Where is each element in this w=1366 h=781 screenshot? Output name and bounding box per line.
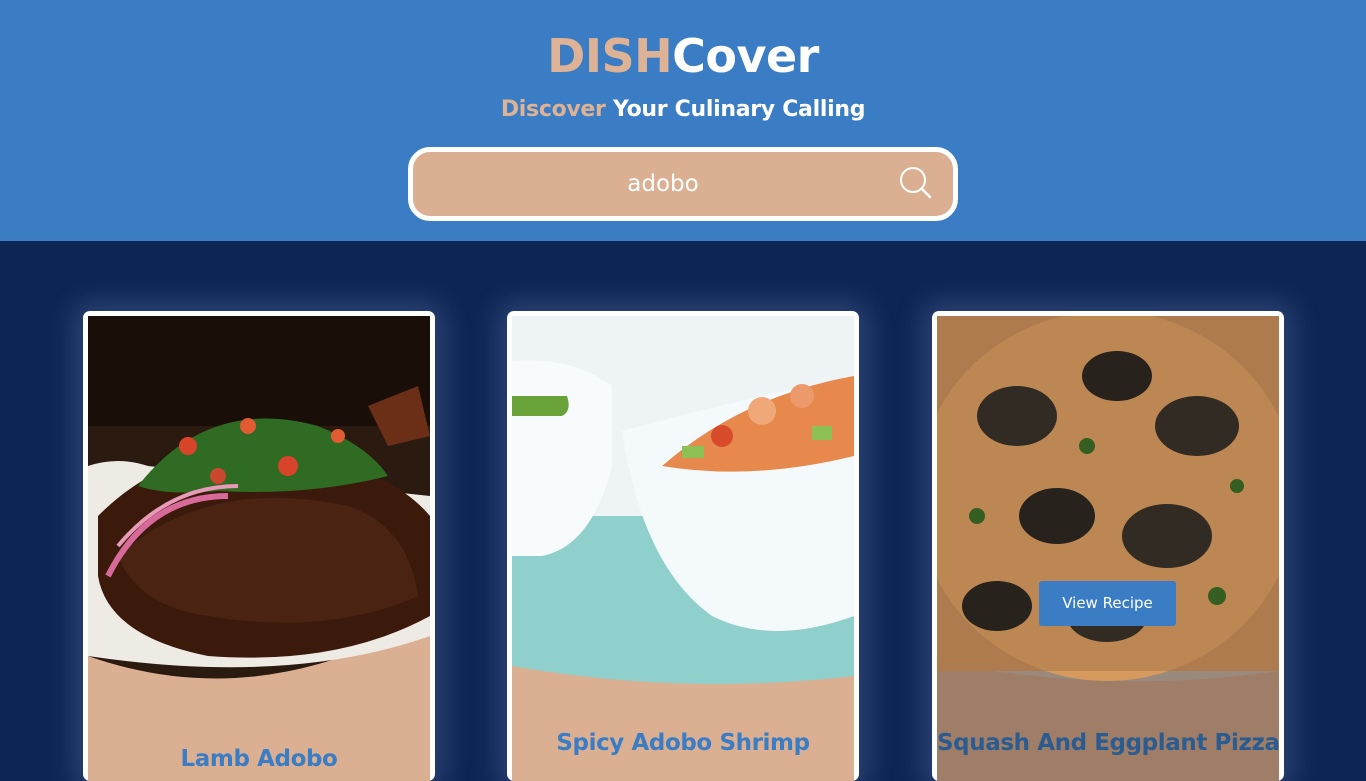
recipe-card[interactable]: View Recipe Squash And Eggplant Pizza [932,311,1284,781]
tagline-highlight: Discover [500,97,606,122]
recipe-image [937,316,1279,691]
recipe-card-body: Spicy Adobo Shrimp [512,316,854,781]
tagline-rest: Your Culinary Calling [605,97,866,122]
recipe-title[interactable]: Lamb Adobo [88,746,430,772]
recipe-title[interactable]: Squash And Eggplant Pizza [937,730,1279,756]
recipe-image [88,316,430,691]
recipe-image [512,316,854,691]
recipe-card[interactable]: Lamb Adobo [83,311,435,781]
recipe-card[interactable]: Spicy Adobo Shrimp [507,311,859,781]
logo-part-dish: DISH [547,29,673,83]
view-recipe-button[interactable]: View Recipe [1039,581,1176,626]
search-icon[interactable] [898,165,934,201]
recipe-title[interactable]: Spicy Adobo Shrimp [512,730,854,756]
recipe-card-body: Lamb Adobo [88,316,430,781]
recipe-card-body: View Recipe Squash And Eggplant Pizza [937,316,1279,781]
site-logo[interactable]: DISHCover [0,28,1366,84]
search-input[interactable] [433,162,893,206]
tagline: Discover Your Culinary Calling [0,95,1366,125]
logo-part-cover: Cover [672,29,819,83]
search-bar [408,147,958,221]
header: DISHCover Discover Your Culinary Calling [0,0,1366,241]
recipe-results: Lamb Adobo Spicy Adobo Shrimp View Recip… [0,241,1366,781]
